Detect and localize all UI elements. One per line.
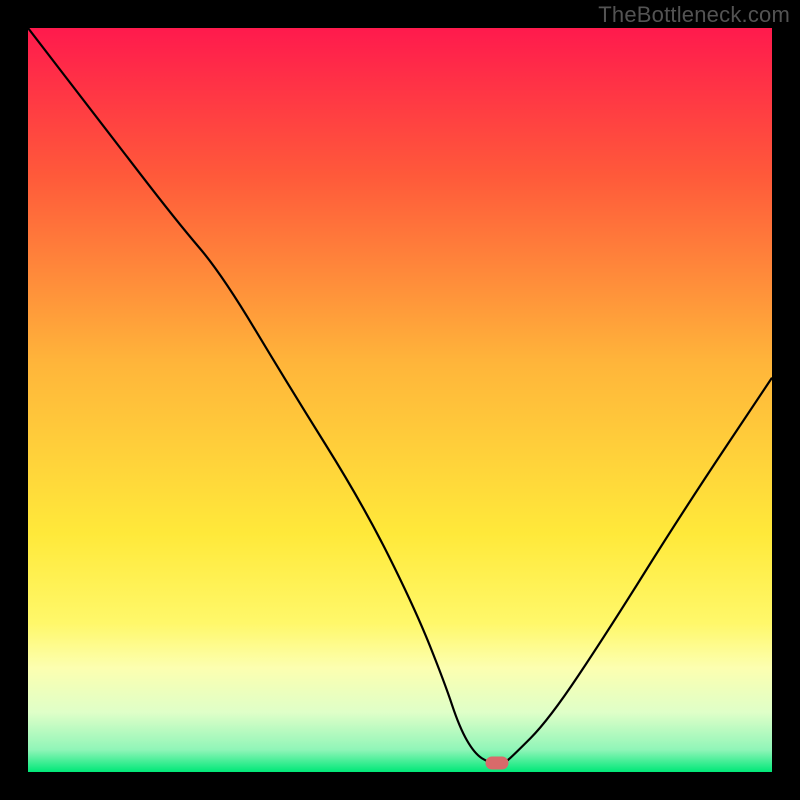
watermark-text: TheBottleneck.com <box>598 2 790 28</box>
bottleneck-curve <box>28 28 772 772</box>
optimal-marker <box>485 757 508 770</box>
chart-container: TheBottleneck.com <box>0 0 800 800</box>
plot-area <box>28 28 772 772</box>
